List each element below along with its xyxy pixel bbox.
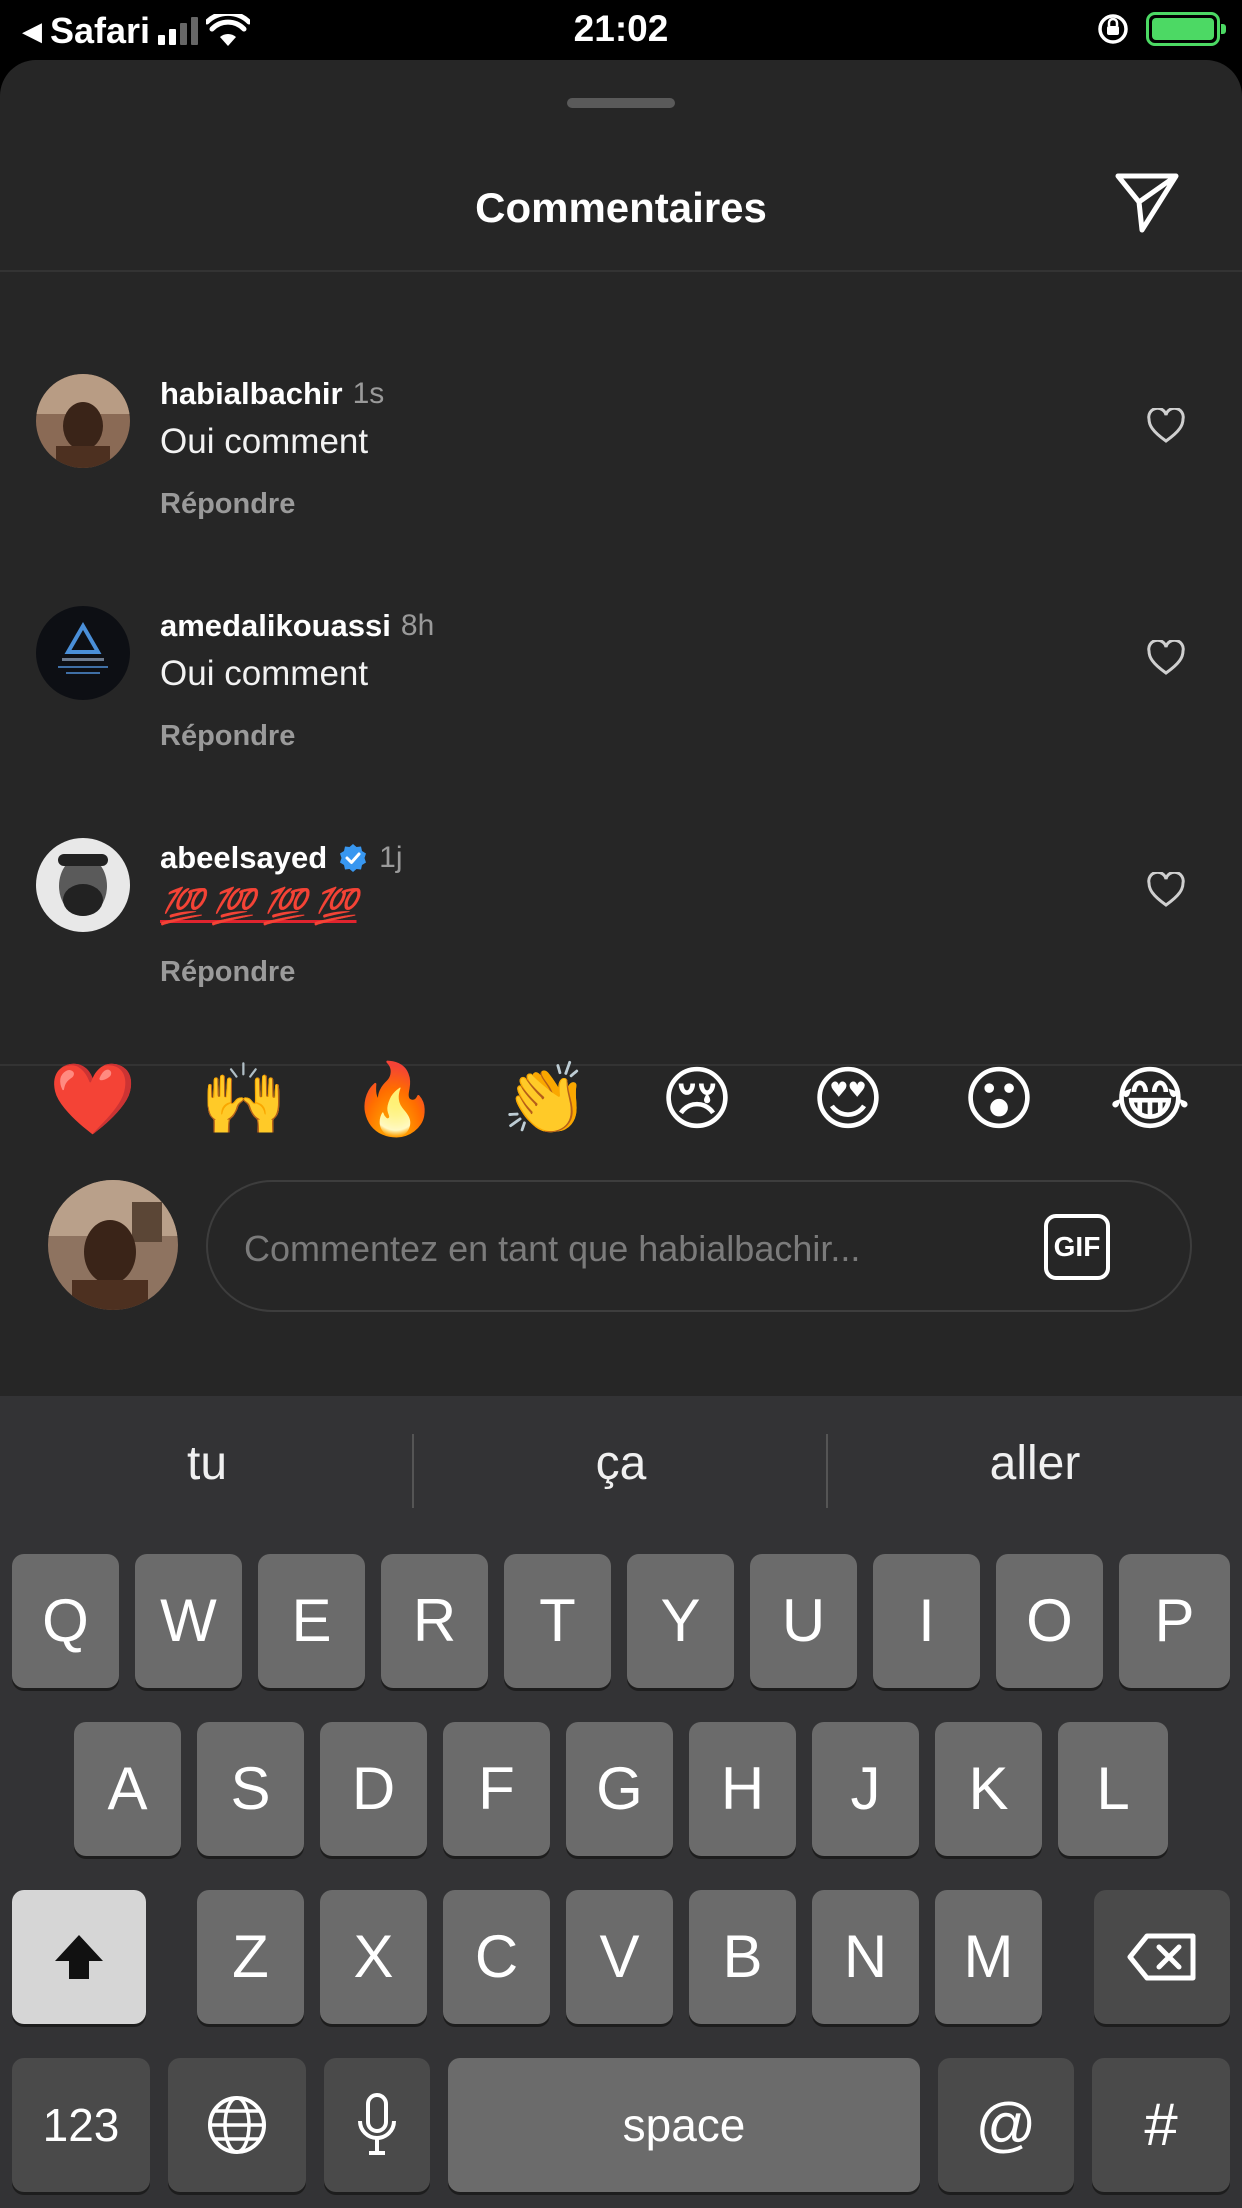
key-v[interactable]: V: [566, 1890, 673, 2024]
shift-arrow-icon: [55, 1935, 103, 1979]
reaction-heart[interactable]: ❤️: [38, 1044, 148, 1154]
key-w[interactable]: W: [135, 1554, 242, 1688]
shift-key[interactable]: [12, 1890, 146, 2024]
reaction-surprised[interactable]: 😮: [944, 1044, 1054, 1154]
reply-button[interactable]: Répondre: [160, 488, 295, 521]
key-t[interactable]: T: [504, 1554, 611, 1688]
key-s[interactable]: S: [197, 1722, 304, 1856]
suggestion-2[interactable]: ça: [414, 1436, 828, 1491]
key-b[interactable]: B: [689, 1890, 796, 2024]
at-key[interactable]: @: [938, 2058, 1074, 2192]
hash-key[interactable]: #: [1092, 2058, 1230, 2192]
key-o[interactable]: O: [996, 1554, 1103, 1688]
like-heart-icon[interactable]: [1146, 408, 1186, 444]
avatar[interactable]: [36, 838, 130, 932]
key-a[interactable]: A: [74, 1722, 181, 1856]
keyboard: tu ça aller Q W E R T Y U I O P A S D F …: [0, 1396, 1242, 2208]
rotation-lock-icon: [1098, 14, 1128, 44]
comment-item: abeelsayed 1j 💯 💯 💯 💯 Répondre: [0, 776, 1242, 988]
key-n[interactable]: N: [812, 1890, 919, 2024]
numbers-key[interactable]: 123: [12, 2058, 150, 2192]
reaction-clap[interactable]: 👏: [491, 1044, 601, 1154]
key-m[interactable]: M: [935, 1890, 1042, 2024]
comment-time: 1s: [352, 377, 385, 410]
comment-text: Oui comment: [160, 422, 369, 461]
suggestion-3[interactable]: aller: [828, 1436, 1242, 1491]
space-key[interactable]: space: [448, 2058, 920, 2192]
key-r[interactable]: R: [381, 1554, 488, 1688]
suggestion-bar: tu ça aller: [0, 1396, 1242, 1536]
key-i[interactable]: I: [873, 1554, 980, 1688]
status-bar: ◀ Safari 21:02: [0, 0, 1242, 60]
key-l[interactable]: L: [1058, 1722, 1168, 1856]
key-d[interactable]: D: [320, 1722, 427, 1856]
comment-item: habialbachir 1s Oui comment Répondre: [0, 312, 1242, 520]
key-y[interactable]: Y: [627, 1554, 734, 1688]
clock: 21:02: [573, 8, 669, 49]
comment-time: 8h: [400, 609, 435, 642]
like-heart-icon[interactable]: [1146, 640, 1186, 676]
comment-text: Oui comment: [160, 654, 369, 693]
comment-input-placeholder: Commentez en tant que habialbachir...: [244, 1228, 861, 1269]
key-g[interactable]: G: [566, 1722, 673, 1856]
delete-key[interactable]: [1094, 1890, 1230, 2024]
current-user-avatar: [48, 1180, 178, 1310]
reaction-laughing[interactable]: 😂: [1095, 1044, 1205, 1154]
key-q[interactable]: Q: [12, 1554, 119, 1688]
avatar[interactable]: [36, 374, 130, 468]
share-send-icon[interactable]: [1112, 168, 1182, 238]
key-p[interactable]: P: [1119, 1554, 1230, 1688]
globe-icon: [208, 2096, 266, 2154]
key-x[interactable]: X: [320, 1890, 427, 2024]
comment-time: 1j: [379, 841, 403, 874]
key-z[interactable]: Z: [197, 1890, 304, 2024]
key-k[interactable]: K: [935, 1722, 1042, 1856]
comment-text: 💯 💯 💯 💯: [160, 887, 357, 926]
comment-input[interactable]: Commentez en tant que habialbachir... GI…: [206, 1180, 1192, 1312]
key-u[interactable]: U: [750, 1554, 857, 1688]
key-c[interactable]: C: [443, 1890, 550, 2024]
page-title: Commentaires: [475, 184, 767, 231]
key-e[interactable]: E: [258, 1554, 365, 1688]
comment-username[interactable]: abeelsayed: [160, 840, 327, 876]
battery-icon: [1146, 12, 1226, 46]
header-divider: [0, 270, 1242, 272]
sheet-grabber[interactable]: [567, 98, 675, 108]
reaction-raised-hands[interactable]: 🙌: [189, 1044, 299, 1154]
dictation-key[interactable]: [324, 2058, 430, 2192]
backspace-icon: [1127, 1933, 1196, 1981]
like-heart-icon[interactable]: [1146, 872, 1186, 908]
comment-username[interactable]: habialbachir: [160, 376, 343, 412]
microphone-icon: [358, 2093, 396, 2155]
globe-key[interactable]: [168, 2058, 306, 2192]
comment-item: amedalikouassi 8h Oui comment Répondre: [0, 544, 1242, 752]
avatar[interactable]: [36, 606, 130, 700]
verified-badge-icon: [340, 844, 367, 872]
quick-reactions: ❤️ 🙌 🔥 👏 😢 😍 😮 😂: [0, 1044, 1242, 1154]
reply-button[interactable]: Répondre: [160, 956, 295, 989]
key-j[interactable]: J: [812, 1722, 919, 1856]
reaction-crying[interactable]: 😢: [642, 1044, 752, 1154]
gif-button[interactable]: GIF: [1044, 1214, 1110, 1280]
comment-username[interactable]: amedalikouassi: [160, 608, 391, 644]
key-f[interactable]: F: [443, 1722, 550, 1856]
reaction-heart-eyes[interactable]: 😍: [793, 1044, 903, 1154]
reaction-fire[interactable]: 🔥: [340, 1044, 450, 1154]
key-h[interactable]: H: [689, 1722, 796, 1856]
reply-button[interactable]: Répondre: [160, 720, 295, 753]
suggestion-1[interactable]: tu: [0, 1436, 414, 1491]
